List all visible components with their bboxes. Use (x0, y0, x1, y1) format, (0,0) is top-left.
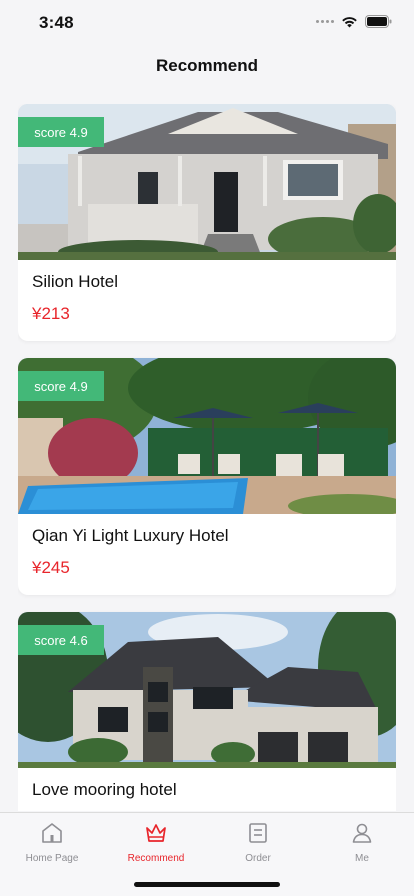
status-icons (316, 15, 392, 28)
hotel-name: Qian Yi Light Luxury Hotel (32, 526, 229, 545)
home-indicator[interactable] (134, 882, 280, 887)
hotel-card[interactable]: score 4.9 Qian Yi Light Luxury Hotel ¥24… (18, 358, 396, 595)
hotel-price: ¥213 (32, 304, 70, 323)
battery-icon (365, 15, 392, 28)
tab-label: Recommend (127, 853, 185, 864)
tab-me[interactable]: Me (310, 821, 414, 864)
status-time: 3:48 (39, 13, 74, 32)
user-icon (352, 823, 372, 843)
status-bar: 3:48 (0, 0, 414, 46)
score-badge: score 4.9 (18, 117, 104, 147)
score-badge: score 4.9 (18, 371, 104, 401)
tab-order[interactable]: Order (206, 821, 310, 864)
signal-icon (316, 20, 334, 23)
hotel-price: ¥245 (32, 558, 70, 577)
order-icon (249, 823, 267, 843)
hotel-name: Silion Hotel (32, 272, 118, 291)
score-badge: score 4.6 (18, 625, 104, 655)
hotel-card[interactable]: score 4.6 Love mooring hotel (18, 612, 396, 811)
hotel-image: score 4.6 (18, 612, 396, 768)
page-title: Recommend (155, 56, 259, 75)
tab-label: Home Page (25, 853, 79, 864)
crown-icon (146, 824, 166, 842)
wifi-icon (342, 17, 357, 28)
hotel-list[interactable]: score 4.9 Silion Hotel ¥213 score 4.9 Qi… (18, 104, 396, 811)
home-icon (42, 823, 62, 843)
hotel-image: score 4.9 (18, 358, 396, 514)
tab-label: Order (245, 853, 271, 864)
hotel-card[interactable]: score 4.9 Silion Hotel ¥213 (18, 104, 396, 341)
tab-label: Me (355, 853, 369, 864)
tab-recommend[interactable]: Recommend (104, 821, 208, 864)
tab-home-page[interactable]: Home Page (0, 821, 104, 864)
hotel-name: Love mooring hotel (32, 780, 177, 799)
hotel-image: score 4.9 (18, 104, 396, 260)
